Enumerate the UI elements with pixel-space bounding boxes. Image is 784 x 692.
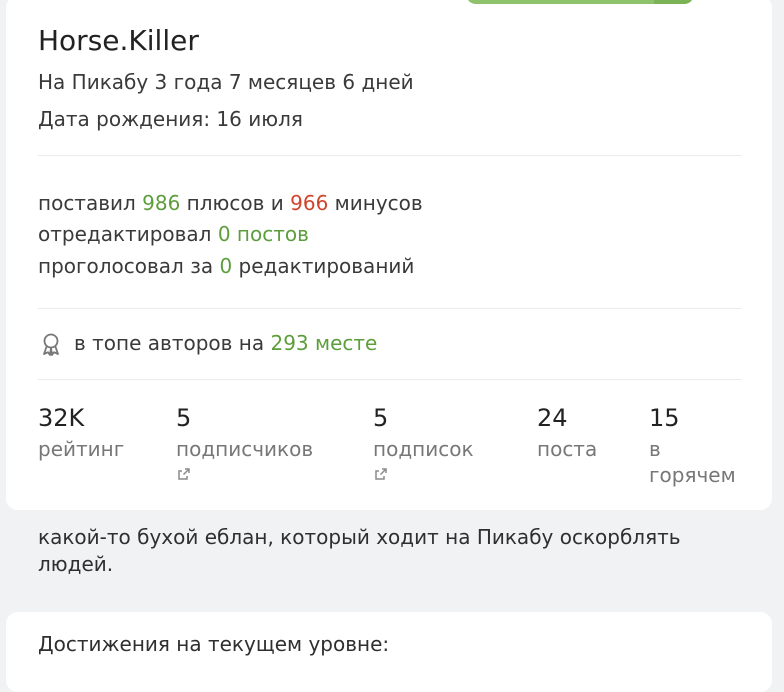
profile-about: какой-то бухой еблан, который ходит на П… — [38, 525, 681, 576]
subscribe-button[interactable] — [466, 0, 694, 4]
external-link-icon[interactable] — [373, 466, 389, 482]
counter-subscribers[interactable]: 5 подписчиков — [176, 404, 313, 482]
on-site-duration: На Пикабу 3 года 7 месяцев 6 дней — [38, 70, 414, 94]
edited-line: отредактировал 0 постов — [38, 222, 309, 246]
external-link-icon[interactable] — [176, 466, 192, 482]
medal-icon — [43, 333, 59, 356]
divider — [38, 155, 742, 156]
top-authors-link[interactable]: 293 месте — [270, 331, 377, 355]
profile-nickname: Horse.Killer — [38, 24, 199, 57]
minuses-count: 966 — [290, 191, 329, 215]
counter-subscriptions[interactable]: 5 подписок — [373, 404, 474, 482]
voted-edits-count: 0 — [219, 254, 233, 278]
counter-rating: 32K рейтинг — [38, 404, 125, 461]
divider — [38, 379, 742, 380]
counter-hot[interactable]: 15 в горячем — [649, 404, 736, 488]
pluses-count: 986 — [142, 191, 181, 215]
birthday: Дата рождения: 16 июля — [38, 107, 303, 131]
votes-line: поставил 986 плюсов и 966 минусов — [38, 191, 423, 215]
counter-posts[interactable]: 24 поста — [537, 404, 597, 462]
edited-posts-link[interactable]: 0 постов — [218, 222, 309, 246]
achievements-title: Достижения на текущем уровне: — [38, 632, 390, 656]
voted-edits-line: проголосовал за 0 редактирований — [38, 254, 415, 278]
top-authors-line: в топе авторов на 293 месте — [74, 331, 378, 355]
divider — [38, 308, 742, 309]
